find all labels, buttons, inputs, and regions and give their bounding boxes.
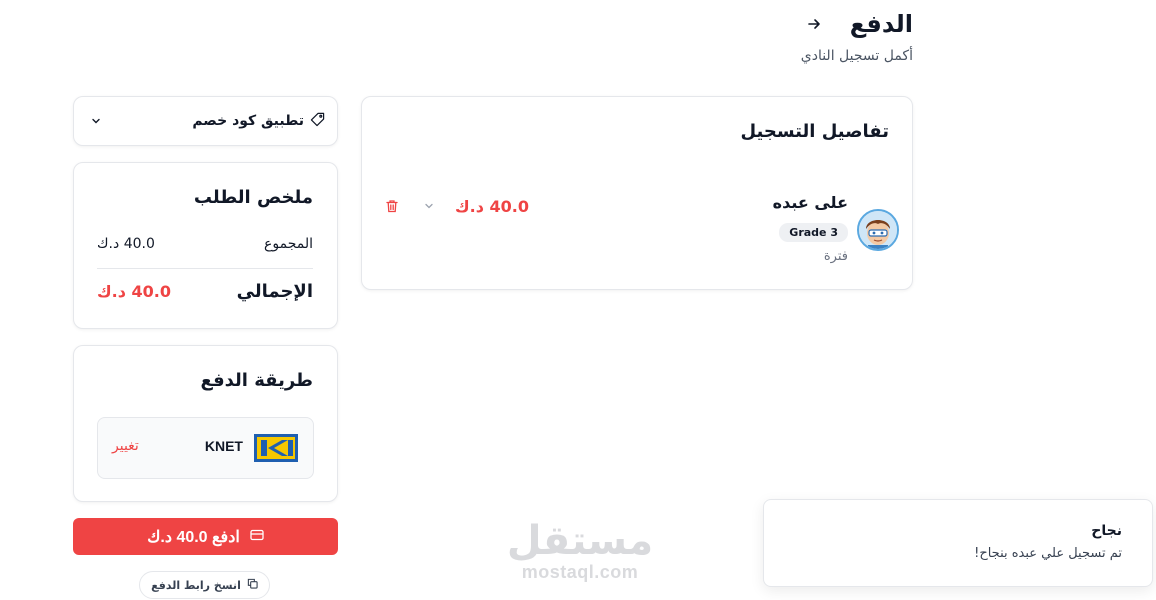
divider: [97, 268, 313, 269]
coupon-row: تطبيق كود خصم: [74, 97, 337, 145]
total-value: 40.0 د.ك: [97, 282, 172, 301]
grade-badge: Grade 3: [779, 223, 848, 242]
payment-method-title: طريقة الدفع: [200, 370, 313, 391]
knet-logo: [254, 434, 298, 462]
coupon-label-wrap: تطبيق كود خصم: [192, 112, 325, 131]
total-label: الإجمالي: [236, 281, 313, 302]
order-summary-card: ملخص الطلب المجموع 40.0 د.ك الإجمالي 40.…: [73, 162, 338, 329]
toast-message: تم تسجيل علي عبده بنجاح!: [974, 546, 1122, 561]
order-summary-title: ملخص الطلب: [193, 187, 313, 208]
page-title: الدفع: [849, 10, 913, 38]
registration-price: 40.0 د.ك: [455, 197, 530, 216]
coupon-toggle[interactable]: تطبيق كود خصم: [73, 96, 338, 146]
toast-title: نجاح: [1091, 523, 1122, 539]
payment-method-name: KNET: [204, 438, 243, 454]
pay-button-label: ادفع 40.0 د.ك: [147, 528, 240, 546]
tag-icon: [310, 112, 325, 131]
student-name: على عبده: [772, 193, 848, 212]
payment-method-card: طريقة الدفع KNET تغيير: [73, 345, 338, 502]
copy-icon: [247, 578, 258, 592]
watermark: مستقل mostaql.com: [505, 520, 655, 583]
subtotal-row: المجموع 40.0 د.ك: [97, 236, 313, 252]
subtotal-value: 40.0 د.ك: [97, 236, 155, 252]
change-payment-method-link[interactable]: تغيير: [112, 438, 139, 454]
success-toast: نجاح تم تسجيل علي عبده بنجاح!: [763, 499, 1153, 587]
title-row: الدفع: [773, 10, 913, 38]
registration-details-title: تفاصيل التسجيل: [740, 121, 889, 142]
arrow-right-icon[interactable]: [804, 14, 824, 34]
page-header: الدفع أكمل تسجيل النادي: [773, 10, 913, 64]
period-label: فترة: [823, 249, 848, 264]
pay-button[interactable]: ادفع 40.0 د.ك: [73, 518, 338, 555]
student-avatar: [857, 209, 899, 251]
copy-payment-link-button[interactable]: انسخ رابط الدفع: [139, 571, 270, 599]
trash-icon[interactable]: [384, 198, 400, 214]
chevron-down-icon: [90, 112, 102, 131]
watermark-latin: mostaql.com: [521, 562, 639, 582]
page-subtitle: أكمل تسجيل النادي: [800, 48, 913, 64]
chevron-down-icon[interactable]: [422, 199, 436, 213]
copy-payment-link-label: انسخ رابط الدفع: [151, 578, 241, 592]
selected-payment-method: KNET تغيير: [97, 417, 314, 479]
watermark-arabic: مستقل: [506, 518, 654, 564]
total-row: الإجمالي 40.0 د.ك: [97, 281, 313, 302]
registration-details-card: تفاصيل التسجيل على عبده Grade 3 فترة 40.…: [361, 96, 913, 290]
subtotal-label: المجموع: [264, 236, 313, 252]
credit-card-icon: [250, 528, 264, 546]
coupon-label: تطبيق كود خصم: [192, 113, 304, 129]
